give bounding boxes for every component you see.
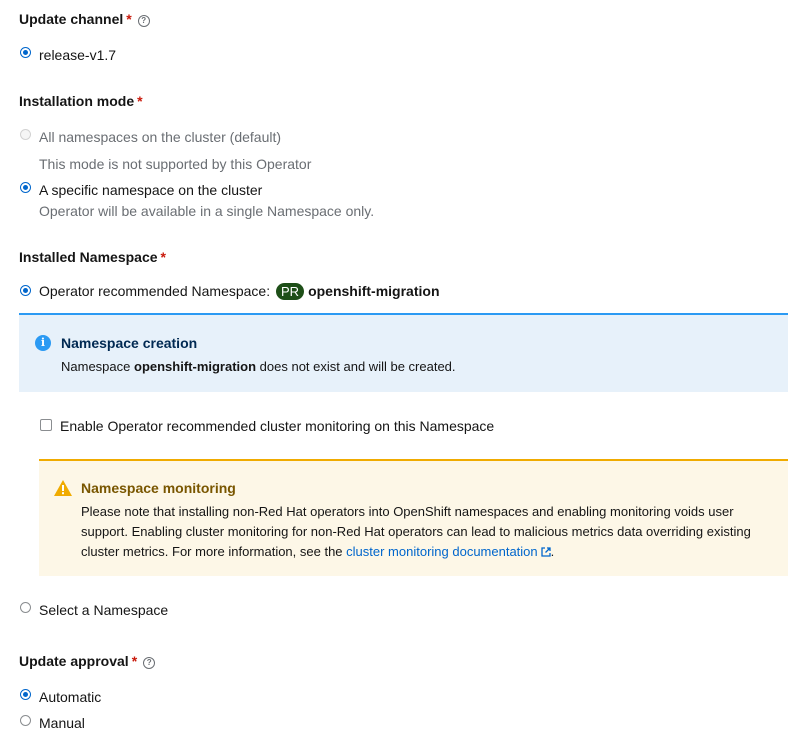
required-mark: * [160,249,166,265]
installed-namespace-heading: Installed Namespace * [19,249,166,265]
namespace-monitoring-alert: Namespace monitoring Please note that in… [39,459,788,576]
automatic-label[interactable]: Automatic [39,689,101,705]
project-badge: PR [276,283,305,300]
select-namespace-label[interactable]: Select a Namespace [39,602,168,618]
required-mark: * [137,93,143,109]
help-icon[interactable]: ? [143,657,156,669]
specific-namespace-radio[interactable] [20,182,31,193]
body-suffix: does not exist and will be created. [259,359,456,374]
info-icon: i [35,335,51,351]
warning-line-3-suffix: . [550,544,555,559]
automatic-radio[interactable] [20,689,31,700]
specific-namespace-description: Operator will be available in a single N… [39,203,375,219]
warning-line-3-prefix: cluster metrics. For more information, s… [81,544,343,559]
update-channel-title: Update channel [19,11,124,27]
body-prefix: Namespace [61,359,131,374]
enable-monitoring-checkbox[interactable] [40,419,52,431]
recommended-namespace-radio[interactable] [20,285,31,296]
namespace-monitoring-body: Please note that installing non-Red Hat … [81,502,781,562]
cluster-monitoring-doc-link[interactable]: cluster monitoring documentation [346,544,551,559]
warning-icon [54,480,72,496]
update-channel-heading: Update channel *? [19,11,150,27]
manual-radio[interactable] [20,715,31,726]
recommended-namespace-name: openshift-migration [308,283,440,299]
release-v1-7-radio[interactable] [20,47,31,58]
enable-monitoring-label[interactable]: Enable Operator recommended cluster moni… [60,418,494,434]
installation-mode-heading: Installation mode * [19,93,143,109]
manual-label[interactable]: Manual [39,715,85,731]
warning-line-2: support. Enabling cluster monitoring for… [81,524,751,539]
warning-line-1: Please note that installing non-Red Hat … [81,504,734,519]
body-namespace: openshift-migration [134,359,257,374]
namespace-creation-alert: i Namespace creation Namespace openshift… [19,313,788,392]
external-link-icon [541,547,551,557]
all-namespaces-description: This mode is not supported by this Opera… [39,156,312,172]
release-v1-7-label[interactable]: release-v1.7 [39,47,116,63]
recommended-namespace-label[interactable]: Operator recommended Namespace: PR opensh… [39,283,440,300]
link-text: cluster monitoring documentation [346,544,538,559]
installation-mode-title: Installation mode [19,93,135,109]
namespace-creation-body: Namespace openshift-migration does not e… [61,357,456,377]
select-namespace-radio[interactable] [20,602,31,613]
required-mark: * [126,11,132,27]
namespace-creation-title: Namespace creation [61,335,198,351]
specific-namespace-label[interactable]: A specific namespace on the cluster [39,182,262,198]
warning-line-3: cluster metrics. For more information, s… [81,542,781,562]
help-icon[interactable]: ? [137,15,150,27]
namespace-monitoring-title: Namespace monitoring [81,480,236,496]
required-mark: * [131,653,138,669]
update-approval-heading: Update approval *? [19,653,156,669]
update-approval-title: Update approval [19,653,129,669]
installed-namespace-title: Installed Namespace [19,249,158,265]
all-namespaces-label: All namespaces on the cluster (default) [39,129,282,145]
all-namespaces-radio [20,129,31,140]
recommended-namespace-text: Operator recommended Namespace: [39,283,271,299]
